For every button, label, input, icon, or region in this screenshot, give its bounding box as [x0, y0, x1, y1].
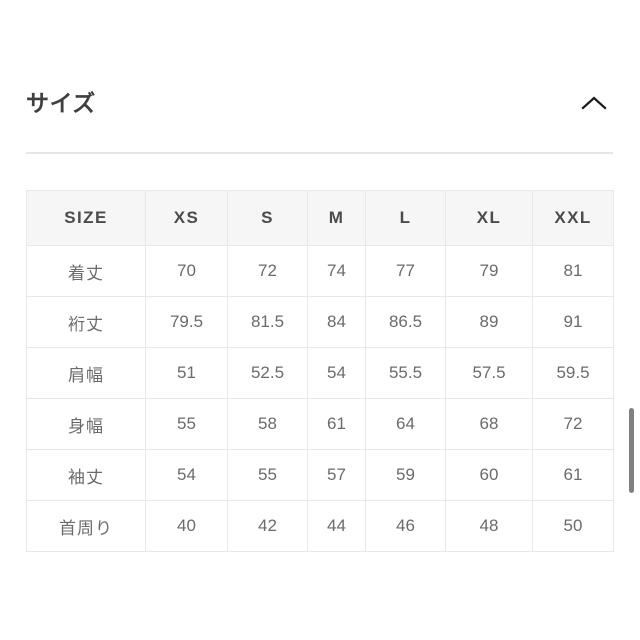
- table-cell: 64: [365, 398, 446, 450]
- size-chart-table: SIZE XS S M L XL XXL 着丈 70 72 74 77 79 8…: [26, 190, 614, 552]
- column-header-size: SIZE: [26, 190, 146, 246]
- table-cell: 48: [445, 500, 533, 552]
- table-cell: 81: [532, 245, 614, 297]
- table-cell: 55: [145, 398, 228, 450]
- table-cell: 89: [445, 296, 533, 348]
- table-cell: 58: [227, 398, 308, 450]
- table-cell: 57: [307, 449, 366, 501]
- table-cell: 72: [532, 398, 614, 450]
- table-header-row: SIZE XS S M L XL XXL: [26, 190, 614, 246]
- table-cell: 72: [227, 245, 308, 297]
- table-cell: 57.5: [445, 347, 533, 399]
- column-header-m: M: [307, 190, 366, 246]
- table-cell: 77: [365, 245, 446, 297]
- table-cell: 51: [145, 347, 228, 399]
- table-row: 肩幅 51 52.5 54 55.5 57.5 59.5: [26, 347, 614, 399]
- column-header-xs: XS: [145, 190, 228, 246]
- table-cell: 74: [307, 245, 366, 297]
- table-cell: 91: [532, 296, 614, 348]
- table-cell: 46: [365, 500, 446, 552]
- size-table-container: SIZE XS S M L XL XXL 着丈 70 72 74 77 79 8…: [26, 190, 614, 552]
- table-cell: 61: [532, 449, 614, 501]
- chevron-up-icon[interactable]: [577, 86, 611, 120]
- column-header-l: L: [365, 190, 446, 246]
- table-row: 裄丈 79.5 81.5 84 86.5 89 91: [26, 296, 614, 348]
- table-cell: 59: [365, 449, 446, 501]
- column-header-xl: XL: [445, 190, 533, 246]
- row-label: 裄丈: [26, 296, 146, 348]
- column-header-s: S: [227, 190, 308, 246]
- table-cell: 55: [227, 449, 308, 501]
- table-cell: 54: [145, 449, 228, 501]
- size-section-header[interactable]: サイズ: [26, 80, 613, 126]
- table-cell: 44: [307, 500, 366, 552]
- row-label: 着丈: [26, 245, 146, 297]
- table-cell: 42: [227, 500, 308, 552]
- row-label: 袖丈: [26, 449, 146, 501]
- table-cell: 81.5: [227, 296, 308, 348]
- table-cell: 61: [307, 398, 366, 450]
- page-title: サイズ: [26, 89, 96, 116]
- vertical-scrollbar[interactable]: [628, 0, 638, 640]
- row-label: 身幅: [26, 398, 146, 450]
- table-cell: 55.5: [365, 347, 446, 399]
- size-section-page: サイズ SIZE XS S M L XL XXL 着丈 70 72 74 77 …: [0, 0, 640, 640]
- table-row: 着丈 70 72 74 77 79 81: [26, 245, 614, 297]
- table-cell: 59.5: [532, 347, 614, 399]
- table-cell: 54: [307, 347, 366, 399]
- table-cell: 86.5: [365, 296, 446, 348]
- row-label: 首周り: [26, 500, 146, 552]
- table-cell: 79.5: [145, 296, 228, 348]
- section-divider: [26, 152, 613, 154]
- table-cell: 70: [145, 245, 228, 297]
- table-row: 首周り 40 42 44 46 48 50: [26, 500, 614, 552]
- table-cell: 68: [445, 398, 533, 450]
- table-cell: 40: [145, 500, 228, 552]
- table-cell: 84: [307, 296, 366, 348]
- table-cell: 79: [445, 245, 533, 297]
- table-row: 袖丈 54 55 57 59 60 61: [26, 449, 614, 501]
- scrollbar-thumb[interactable]: [629, 408, 634, 493]
- table-row: 身幅 55 58 61 64 68 72: [26, 398, 614, 450]
- table-cell: 52.5: [227, 347, 308, 399]
- table-cell: 50: [532, 500, 614, 552]
- column-header-xxl: XXL: [532, 190, 614, 246]
- table-cell: 60: [445, 449, 533, 501]
- row-label: 肩幅: [26, 347, 146, 399]
